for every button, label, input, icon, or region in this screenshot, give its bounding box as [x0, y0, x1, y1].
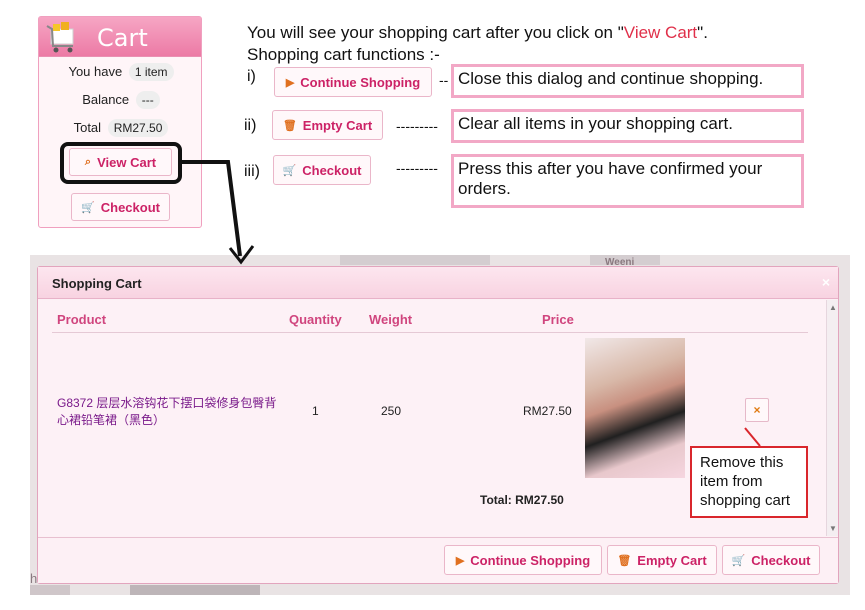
numeral-iii: iii) [244, 163, 260, 180]
remove-item-button[interactable]: × [745, 398, 769, 422]
empty-cart-button[interactable]: 🗑 Empty Cart [607, 545, 717, 575]
product-thumbnail[interactable] [585, 338, 685, 478]
price-cell: RM27.50 [523, 404, 572, 418]
demo-continue-shopping-button: ▶ Continue Shopping [274, 67, 432, 97]
cart-header: Cart [39, 17, 201, 57]
dashes-i: -- [439, 72, 449, 88]
cart-widget: Cart You have 1 item Balance --- Total R… [38, 16, 202, 228]
total-label: Total [73, 120, 102, 135]
callout-continue: Close this dialog and continue shopping. [451, 64, 804, 98]
trash-icon: 🗑 [282, 119, 297, 132]
instruction-line-1: You will see your shopping cart after yo… [247, 23, 708, 43]
play-arrow-icon: ▶ [455, 554, 465, 567]
numeral-ii: ii) [244, 117, 257, 134]
remove-item-callout: Remove this item from shopping cart [690, 446, 808, 518]
balance-row: Balance --- [39, 91, 203, 109]
empty-cart-label: Empty Cart [637, 552, 707, 568]
remove-x-icon: × [753, 403, 761, 417]
total-value: RM27.50 [107, 119, 169, 137]
instruction-highlight: View Cart [623, 23, 698, 42]
item-count-badge: 1 item [128, 63, 174, 81]
dashes-ii: --------- [396, 118, 438, 134]
dialog-header: Shopping Cart × [38, 267, 838, 299]
callout-empty: Clear all items in your shopping cart. [451, 109, 804, 143]
cart-small-icon: 🛒 [731, 554, 746, 567]
numeral-i: i) [247, 68, 256, 85]
column-weight: Weight [369, 312, 413, 327]
cart-small-icon: 🛒 [81, 201, 95, 214]
trash-icon: 🗑 [617, 554, 632, 567]
checkout-button[interactable]: 🛒 Checkout [722, 545, 820, 575]
instruction-line-2: Shopping cart functions :- [247, 45, 440, 64]
widget-checkout-button[interactable]: 🛒 Checkout [71, 193, 170, 221]
balance-value: --- [135, 91, 160, 109]
weight-cell: 250 [381, 404, 402, 418]
view-cart-highlight [60, 142, 182, 184]
continue-shopping-button[interactable]: ▶ Continue Shopping [444, 545, 602, 575]
instruction-prefix: You will see your shopping cart after yo… [247, 23, 624, 42]
widget-checkout-label: Checkout [100, 199, 160, 215]
dialog-scrollbar[interactable]: ▲ ▼ [826, 300, 838, 536]
shopping-cart-dialog: Shopping Cart × Product Quantity Weight … [37, 266, 839, 584]
you-have-label: You have [68, 64, 123, 79]
instruction-suffix: ". [697, 23, 708, 42]
close-icon[interactable]: × [822, 274, 830, 290]
demo-continue-label: Continue Shopping [300, 74, 421, 90]
dialog-footer: ▶ Continue Shopping 🗑 Empty Cart 🛒 Check… [38, 537, 838, 583]
column-quantity: Quantity [289, 312, 342, 327]
scroll-down-icon[interactable]: ▼ [829, 524, 837, 533]
demo-empty-cart-button: 🗑 Empty Cart [272, 110, 383, 140]
cart-title: Cart [97, 24, 148, 52]
scroll-up-icon[interactable]: ▲ [829, 303, 837, 312]
balance-label: Balance [82, 92, 130, 107]
dashes-iii: --------- [396, 160, 438, 176]
quantity-cell: 1 [312, 404, 319, 418]
demo-empty-label: Empty Cart [302, 117, 373, 133]
dialog-title: Shopping Cart [52, 276, 142, 291]
column-price: Price [542, 312, 574, 327]
item-count-row: You have 1 item [39, 63, 203, 81]
demo-checkout-button: 🛒 Checkout [273, 155, 371, 185]
total-row: Total RM27.50 [39, 119, 203, 137]
checkout-label: Checkout [751, 552, 811, 568]
order-total: Total: RM27.50 [480, 493, 564, 507]
play-arrow-icon: ▶ [285, 76, 295, 89]
continue-shopping-label: Continue Shopping [470, 552, 591, 568]
callout-checkout: Press this after you have confirmed your… [451, 154, 804, 208]
demo-checkout-label: Checkout [302, 162, 362, 178]
product-name-link[interactable]: G8372 层层水溶钩花下摆口袋修身包臀背心裙铅笔裙（黑色） [57, 395, 277, 429]
cart-small-icon: 🛒 [282, 164, 297, 177]
column-product: Product [57, 312, 107, 327]
shopping-cart-icon [46, 22, 74, 53]
header-divider [52, 332, 808, 333]
